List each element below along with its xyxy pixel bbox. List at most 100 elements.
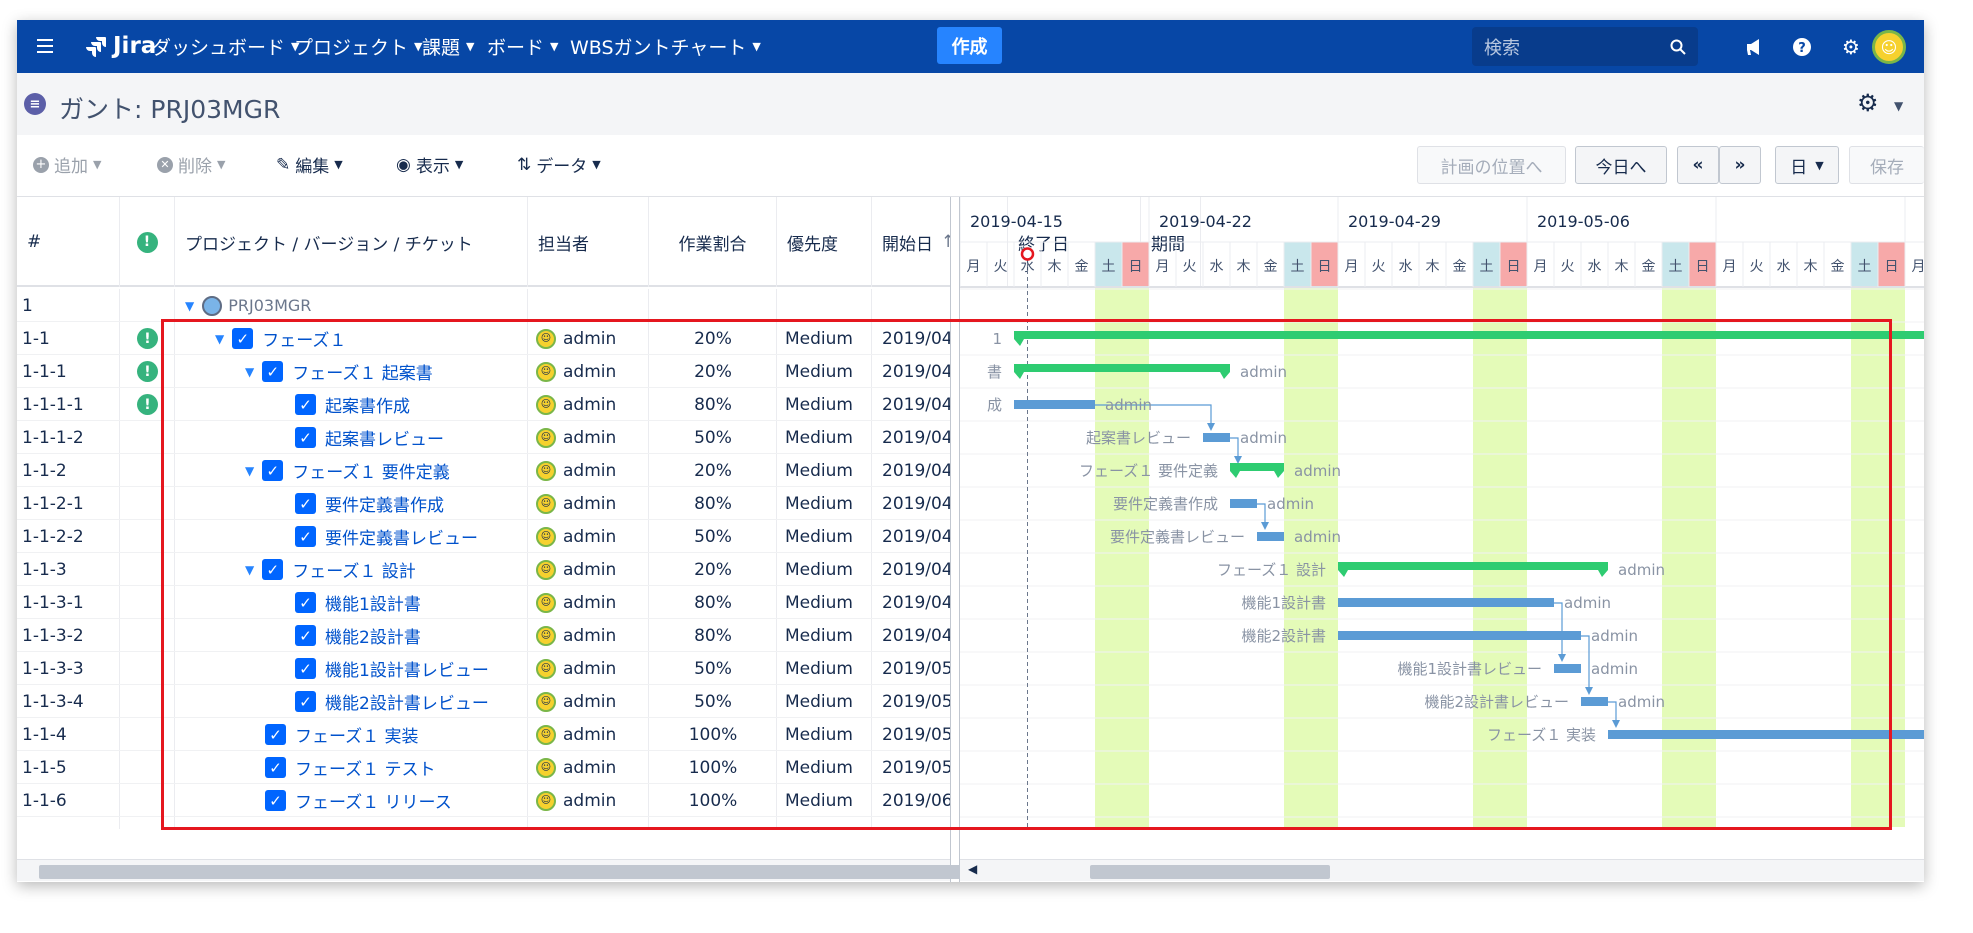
table-row[interactable]: 1-1-3-4 ✓ 機能2設計書レビュー ☺ admin 50% Medium 2019/05… bbox=[17, 685, 950, 718]
checkbox-checked-icon[interactable]: ✓ bbox=[295, 592, 316, 613]
today-button[interactable]: 今日へ bbox=[1575, 146, 1667, 184]
table-row[interactable]: 1-1-3-2✓機能2設計書☺admin80%Medium2019/04/292… bbox=[17, 619, 950, 652]
ticket-link[interactable]: フェーズ１ 実装 bbox=[295, 722, 419, 747]
save-button[interactable]: 保存 bbox=[1849, 146, 1924, 184]
table-row[interactable]: 1-1!▼✓フェーズ１☺admin20%Medium2019/04/172019… bbox=[17, 322, 950, 355]
table-row[interactable]: 1-1-1! ▼ ✓ フェーズ１ 起案書 ☺ admin 20% Medium 2019/04/… bbox=[17, 355, 950, 388]
checkbox-checked-icon[interactable]: ✓ bbox=[265, 757, 286, 778]
delete-button[interactable]: ✕ 削除 ▼ bbox=[157, 152, 225, 177]
ticket-link[interactable]: フェーズ１ bbox=[262, 326, 346, 351]
nav-dashboard[interactable]: ダッシュボード ▼ bbox=[152, 20, 299, 73]
gantt-scrollbar[interactable]: ◀ bbox=[960, 859, 1924, 881]
weekday-label: 木 bbox=[1426, 259, 1440, 275]
scroll-left-icon[interactable]: ◀ bbox=[968, 862, 977, 876]
ticket-link[interactable]: フェーズ１ 起案書 bbox=[292, 359, 433, 384]
grid-scrollbar[interactable]: ▶ bbox=[17, 859, 1191, 881]
arrow-head bbox=[1234, 456, 1242, 464]
settings-gear-icon[interactable]: ⚙ bbox=[1836, 20, 1866, 73]
menu-icon[interactable] bbox=[34, 34, 56, 58]
ticket-link[interactable]: 機能2設計書 bbox=[325, 623, 421, 648]
table-row[interactable]: 1-1-2-2 ✓ 要件定義書レビュー ☺ admin 50% Medium 2019/04/… bbox=[17, 520, 950, 553]
col-warning[interactable]: ! bbox=[120, 197, 175, 287]
table-row[interactable]: 1-1-6 ✓ フェーズ１ リリース ☺ admin 100% Medium 2019/06/… bbox=[17, 784, 950, 817]
table-row[interactable]: 1-1-1-2 ✓ 起案書レビュー ☺ admin 50% Medium 2019/04/24… bbox=[17, 421, 950, 454]
scale-select[interactable]: 日 ▼ bbox=[1775, 146, 1839, 184]
checkbox-checked-icon[interactable]: ✓ bbox=[295, 427, 316, 448]
chevron-down-icon[interactable]: ▼ bbox=[1894, 99, 1903, 113]
checkbox-checked-icon[interactable]: ✓ bbox=[265, 790, 286, 811]
ticket-link[interactable]: 機能1設計書レビュー bbox=[325, 656, 489, 681]
table-row[interactable]: 1-1-3-3 ✓ 機能1設計書レビュー ☺ admin 50% Medium 2019/05… bbox=[17, 652, 950, 685]
table-row[interactable]: 1-1-3-1✓機能1設計書☺admin80%Medium2019/04/292… bbox=[17, 586, 950, 619]
search-input[interactable]: 検索 bbox=[1472, 27, 1698, 66]
col-number[interactable]: # bbox=[17, 197, 120, 287]
expand-toggle-icon[interactable]: ▼ bbox=[245, 365, 254, 379]
ticket-link[interactable]: 機能1設計書 bbox=[325, 590, 421, 615]
table-row[interactable]: 1-1-2 ▼ ✓ フェーズ１ 要件定義 ☺ admin 20% Medium 2019/04/… bbox=[17, 454, 950, 487]
checkbox-checked-icon[interactable]: ✓ bbox=[265, 724, 286, 745]
view-button[interactable]: ◉ 表示 ▼ bbox=[396, 152, 463, 178]
expand-toggle-icon[interactable]: ▼ bbox=[245, 563, 254, 577]
nav-wbs-gantt[interactable]: WBSガントチャート ▼ bbox=[570, 20, 761, 73]
table-row[interactable]: 1-1-3 ▼ ✓ フェーズ１ 設計 ☺ admin 20% Medium 2019/04/29… bbox=[17, 553, 950, 586]
help-icon[interactable]: ? bbox=[1787, 20, 1817, 73]
ticket-link[interactable]: フェーズ１ 設計 bbox=[292, 557, 416, 582]
search-placeholder: 検索 bbox=[1484, 37, 1520, 59]
col-name[interactable]: プロジェクト / バージョン / チケット bbox=[175, 197, 528, 287]
table-row[interactable]: 1 ▼ PRJ03MGR bbox=[17, 289, 950, 322]
ticket-link[interactable]: フェーズ１ リリース bbox=[295, 788, 452, 813]
ticket-link[interactable]: 起案書レビュー bbox=[325, 425, 444, 450]
goto-plan-button[interactable]: 計画の位置へ bbox=[1417, 146, 1566, 184]
row-number: 1-1-3-4 bbox=[22, 691, 84, 712]
assignee-avatar: ☺ bbox=[536, 592, 556, 613]
ticket-link[interactable]: 要件定義書レビュー bbox=[325, 524, 478, 549]
assignee-name: admin bbox=[563, 691, 617, 712]
checkbox-checked-icon[interactable]: ✓ bbox=[232, 328, 254, 349]
gantt-task-label: フェーズ１ 要件定義 bbox=[1079, 462, 1218, 480]
project-name[interactable]: PRJ03MGR bbox=[228, 296, 311, 315]
assignee-avatar: ☺ bbox=[536, 328, 556, 349]
grid-scroll-thumb[interactable] bbox=[39, 865, 1059, 879]
ticket-link[interactable]: 起案書作成 bbox=[325, 392, 410, 417]
pane-splitter[interactable] bbox=[950, 197, 960, 882]
checkbox-checked-icon[interactable]: ✓ bbox=[262, 361, 284, 382]
expand-toggle-icon[interactable]: ▼ bbox=[245, 464, 254, 478]
gantt-scroll-thumb[interactable] bbox=[1090, 865, 1330, 879]
expand-toggle-icon[interactable]: ▼ bbox=[185, 299, 194, 313]
checkbox-checked-icon[interactable]: ✓ bbox=[295, 493, 316, 514]
create-button[interactable]: 作成 bbox=[937, 27, 1002, 64]
megaphone-icon[interactable] bbox=[1740, 20, 1770, 73]
ticket-link[interactable]: 要件定義書作成 bbox=[325, 491, 444, 516]
nav-projects[interactable]: プロジェクト ▼ bbox=[294, 20, 422, 73]
jira-logo[interactable]: Jira bbox=[85, 30, 156, 62]
checkbox-checked-icon[interactable]: ✓ bbox=[295, 658, 316, 679]
checkbox-checked-icon[interactable]: ✓ bbox=[262, 559, 284, 580]
ticket-link[interactable]: 機能2設計書レビュー bbox=[325, 689, 489, 714]
col-assignee[interactable]: 担当者 bbox=[528, 197, 649, 287]
table-row[interactable]: 1-1-1-1!✓起案書作成☺admin80%Medium2019/04/172… bbox=[17, 388, 950, 421]
col-ratio[interactable]: 作業割合 bbox=[649, 197, 777, 287]
ticket-link[interactable]: フェーズ１ 要件定義 bbox=[292, 458, 450, 483]
expand-toggle-icon[interactable]: ▼ bbox=[215, 332, 224, 346]
next-button[interactable]: » bbox=[1719, 146, 1761, 184]
edit-button[interactable]: ✎ 編集 ▼ bbox=[276, 152, 343, 178]
table-row[interactable]: 1-1-4✓フェーズ１ 実装☺admin100%Medium2019/05/92… bbox=[17, 718, 950, 751]
add-button[interactable]: + 追加 ▼ bbox=[33, 152, 101, 177]
table-row[interactable]: 1-1-5 ✓ フェーズ１ テスト ☺ admin 100% Medium 2019/05/2… bbox=[17, 751, 950, 784]
row-start: 2019/04/17 bbox=[882, 328, 950, 349]
checkbox-checked-icon[interactable]: ✓ bbox=[295, 625, 316, 646]
ticket-link[interactable]: フェーズ１ テスト bbox=[295, 755, 436, 780]
data-button[interactable]: ⇅ データ ▼ bbox=[517, 152, 601, 178]
nav-boards[interactable]: ボード ▼ bbox=[487, 20, 558, 73]
checkbox-checked-icon[interactable]: ✓ bbox=[295, 691, 316, 712]
checkbox-checked-icon[interactable]: ✓ bbox=[295, 394, 316, 415]
prev-button[interactable]: « bbox=[1677, 146, 1719, 184]
user-avatar[interactable]: ☺ bbox=[1872, 30, 1906, 64]
checkbox-checked-icon[interactable]: ✓ bbox=[262, 460, 284, 481]
table-row[interactable]: 1-1-2-1 ✓ 要件定義書作成 ☺ admin 80% Medium 2019/04/25… bbox=[17, 487, 950, 520]
nav-issues[interactable]: 課題 ▼ bbox=[422, 20, 474, 73]
warning-icon: ! bbox=[137, 328, 158, 349]
gear-icon[interactable]: ⚙ bbox=[1857, 89, 1879, 117]
col-priority[interactable]: 優先度 bbox=[777, 197, 872, 287]
checkbox-checked-icon[interactable]: ✓ bbox=[295, 526, 316, 547]
